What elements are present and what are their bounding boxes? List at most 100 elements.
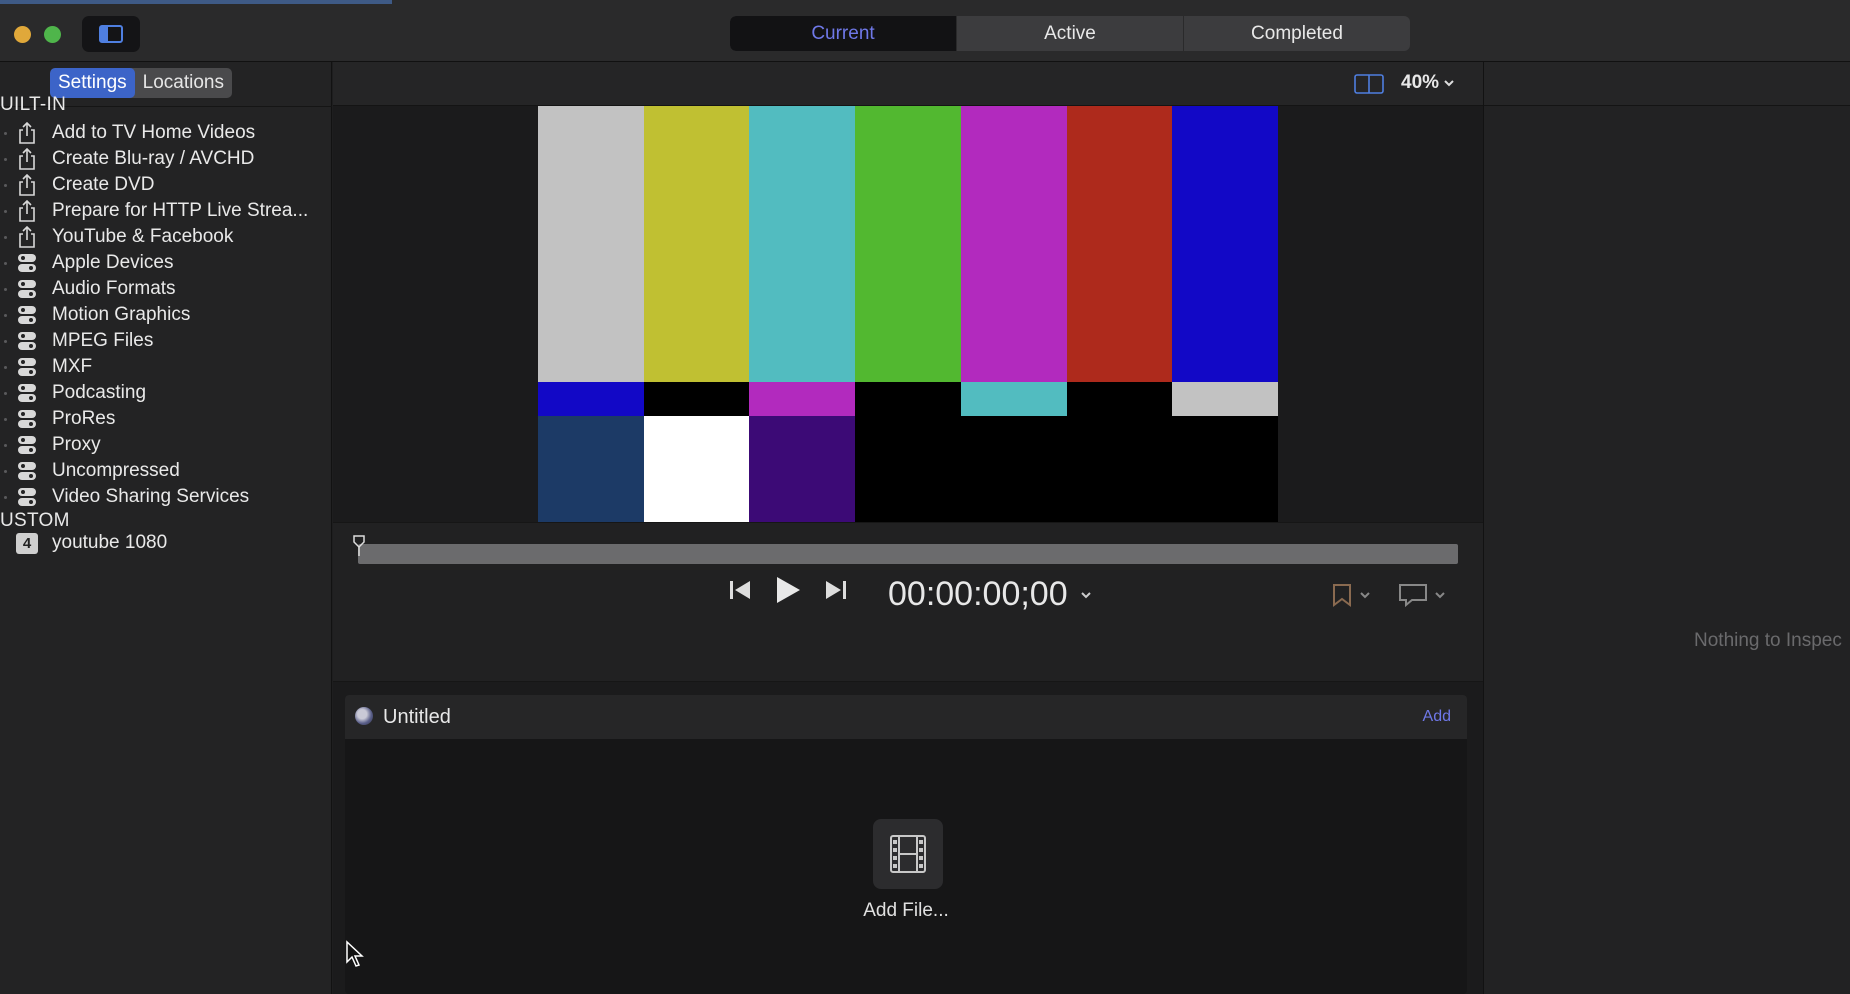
batch-header: Untitled Add [345,695,1467,739]
add-button[interactable]: Add [1423,708,1451,726]
color-bar-middle-5 [960,382,1068,416]
sidebar-item-label: Video Sharing Services [52,486,250,507]
sidebar-item-label: ProRes [52,408,116,429]
disclosure-dot [4,391,7,395]
preset-group-icon [16,460,38,482]
disclosure-dot [4,469,7,473]
color-bar-top-3 [749,106,856,382]
sidebar-item-label: youtube 1080 [52,532,168,553]
sidebar-tab-control: Settings Locations [50,68,232,98]
chevron-down-icon [1360,592,1370,599]
color-bar-middle-2 [643,382,750,416]
sidebar-toggle-button[interactable] [82,16,140,52]
disclosure-dot [4,339,7,343]
film-icon [890,835,926,873]
batch-icon [355,707,373,725]
sidebar-item-label: Create DVD [52,174,155,195]
inspector-empty-message: Nothing to Inspec [1694,630,1842,651]
color-bar-top-7 [1172,106,1279,382]
share-icon [16,148,38,170]
tab-current[interactable]: Current [730,16,957,51]
timecode-value: 00:00:00;00 [888,575,1068,613]
color-bar-middle-6 [1066,382,1173,416]
titlebar-progress-indicator [0,0,392,4]
inspector-panel: Nothing to Inspec [1483,62,1850,994]
share-icon [16,174,38,196]
disclosure-dot [4,287,7,291]
sidebar-icon [99,25,123,43]
color-bar-top-4 [855,106,962,382]
play-icon[interactable] [774,575,802,605]
color-bar-middle-4 [855,382,962,416]
preset-group-icon [16,486,38,508]
color-bar-top-2 [643,106,750,382]
chevron-down-icon [1444,80,1454,87]
builtin-section-header: UILT-IN [0,94,67,115]
timecode-dropdown[interactable]: 00:00:00;00 [888,575,1092,614]
color-bar-bottom-6 [1066,416,1173,522]
preset-group-icon [16,408,38,430]
transport-controls [728,575,848,605]
disclosure-dot [4,235,7,239]
preset-group-icon [16,434,38,456]
disclosure-dot [4,313,7,317]
preset-group-icon [16,330,38,352]
sidebar-item-label: Podcasting [52,382,147,403]
color-bar-bottom-3 [749,416,856,522]
viewer-toolbar: 40% [333,62,1483,106]
inspector-toolbar [1484,62,1850,106]
color-bars-preview [538,106,1279,522]
color-bar-bottom-2 [643,416,750,522]
disclosure-dot [4,183,7,187]
viewer-area: 40% 00:00:00;00 Untitled Add Add File... [333,62,1483,994]
share-icon [16,122,38,144]
disclosure-dot [4,365,7,369]
color-bar-top-1 [538,106,645,382]
caption-dropdown[interactable] [1398,583,1446,607]
custom-preset-icon: 4 [16,532,38,554]
preset-group-icon [16,356,38,378]
sidebar-item-label: Uncompressed [52,460,180,481]
marker-dropdown[interactable] [1331,583,1371,607]
share-icon [16,200,38,222]
tab-locations[interactable]: Locations [135,68,232,98]
title-bar: Current Active Completed [0,0,1850,62]
disclosure-dot [4,261,7,265]
preset-group-icon [16,382,38,404]
sidebar-item-video-sharing-services[interactable]: Video Sharing Services [0,482,330,512]
caption-icon [1399,584,1427,607]
disclosure-dot [4,495,7,499]
zoom-window-button[interactable] [44,26,61,43]
zoom-dropdown[interactable]: 40% [1401,72,1455,94]
color-bar-top-5 [960,106,1068,382]
tab-completed[interactable]: Completed [1184,16,1410,51]
mouse-cursor-icon [346,940,364,967]
minimize-window-button[interactable] [14,26,31,43]
batch-title[interactable]: Untitled [383,706,451,729]
playhead-icon[interactable] [353,535,365,557]
zoom-value: 40% [1401,72,1440,93]
sidebar-item-label: MPEG Files [52,330,154,351]
color-bar-middle-7 [1172,382,1279,416]
preset-number-badge: 4 [16,532,38,554]
sidebar-item-label: Apple Devices [52,252,174,273]
sidebar-item-label: Motion Graphics [52,304,191,325]
add-file-button[interactable] [873,819,943,889]
playback-controls: 00:00:00;00 [333,522,1483,682]
color-bar-middle-3 [749,382,856,416]
add-file-label[interactable]: Add File... [345,900,1467,922]
disclosure-dot [4,131,7,135]
preset-group-icon [16,304,38,326]
disclosure-dot [4,443,7,447]
tab-active[interactable]: Active [957,16,1184,51]
disclosure-dot [4,209,7,213]
skip-back-icon[interactable] [728,578,752,602]
view-mode-icon[interactable] [1354,73,1384,95]
bookmark-icon [1333,584,1351,607]
skip-forward-icon[interactable] [824,578,848,602]
preset-group-icon [16,252,38,274]
timeline-scrubber[interactable] [358,544,1458,564]
disclosure-dot [4,417,7,421]
sidebar-item-youtube-1080[interactable]: 4 youtube 1080 [0,528,330,558]
color-bar-bottom-4 [855,416,962,522]
